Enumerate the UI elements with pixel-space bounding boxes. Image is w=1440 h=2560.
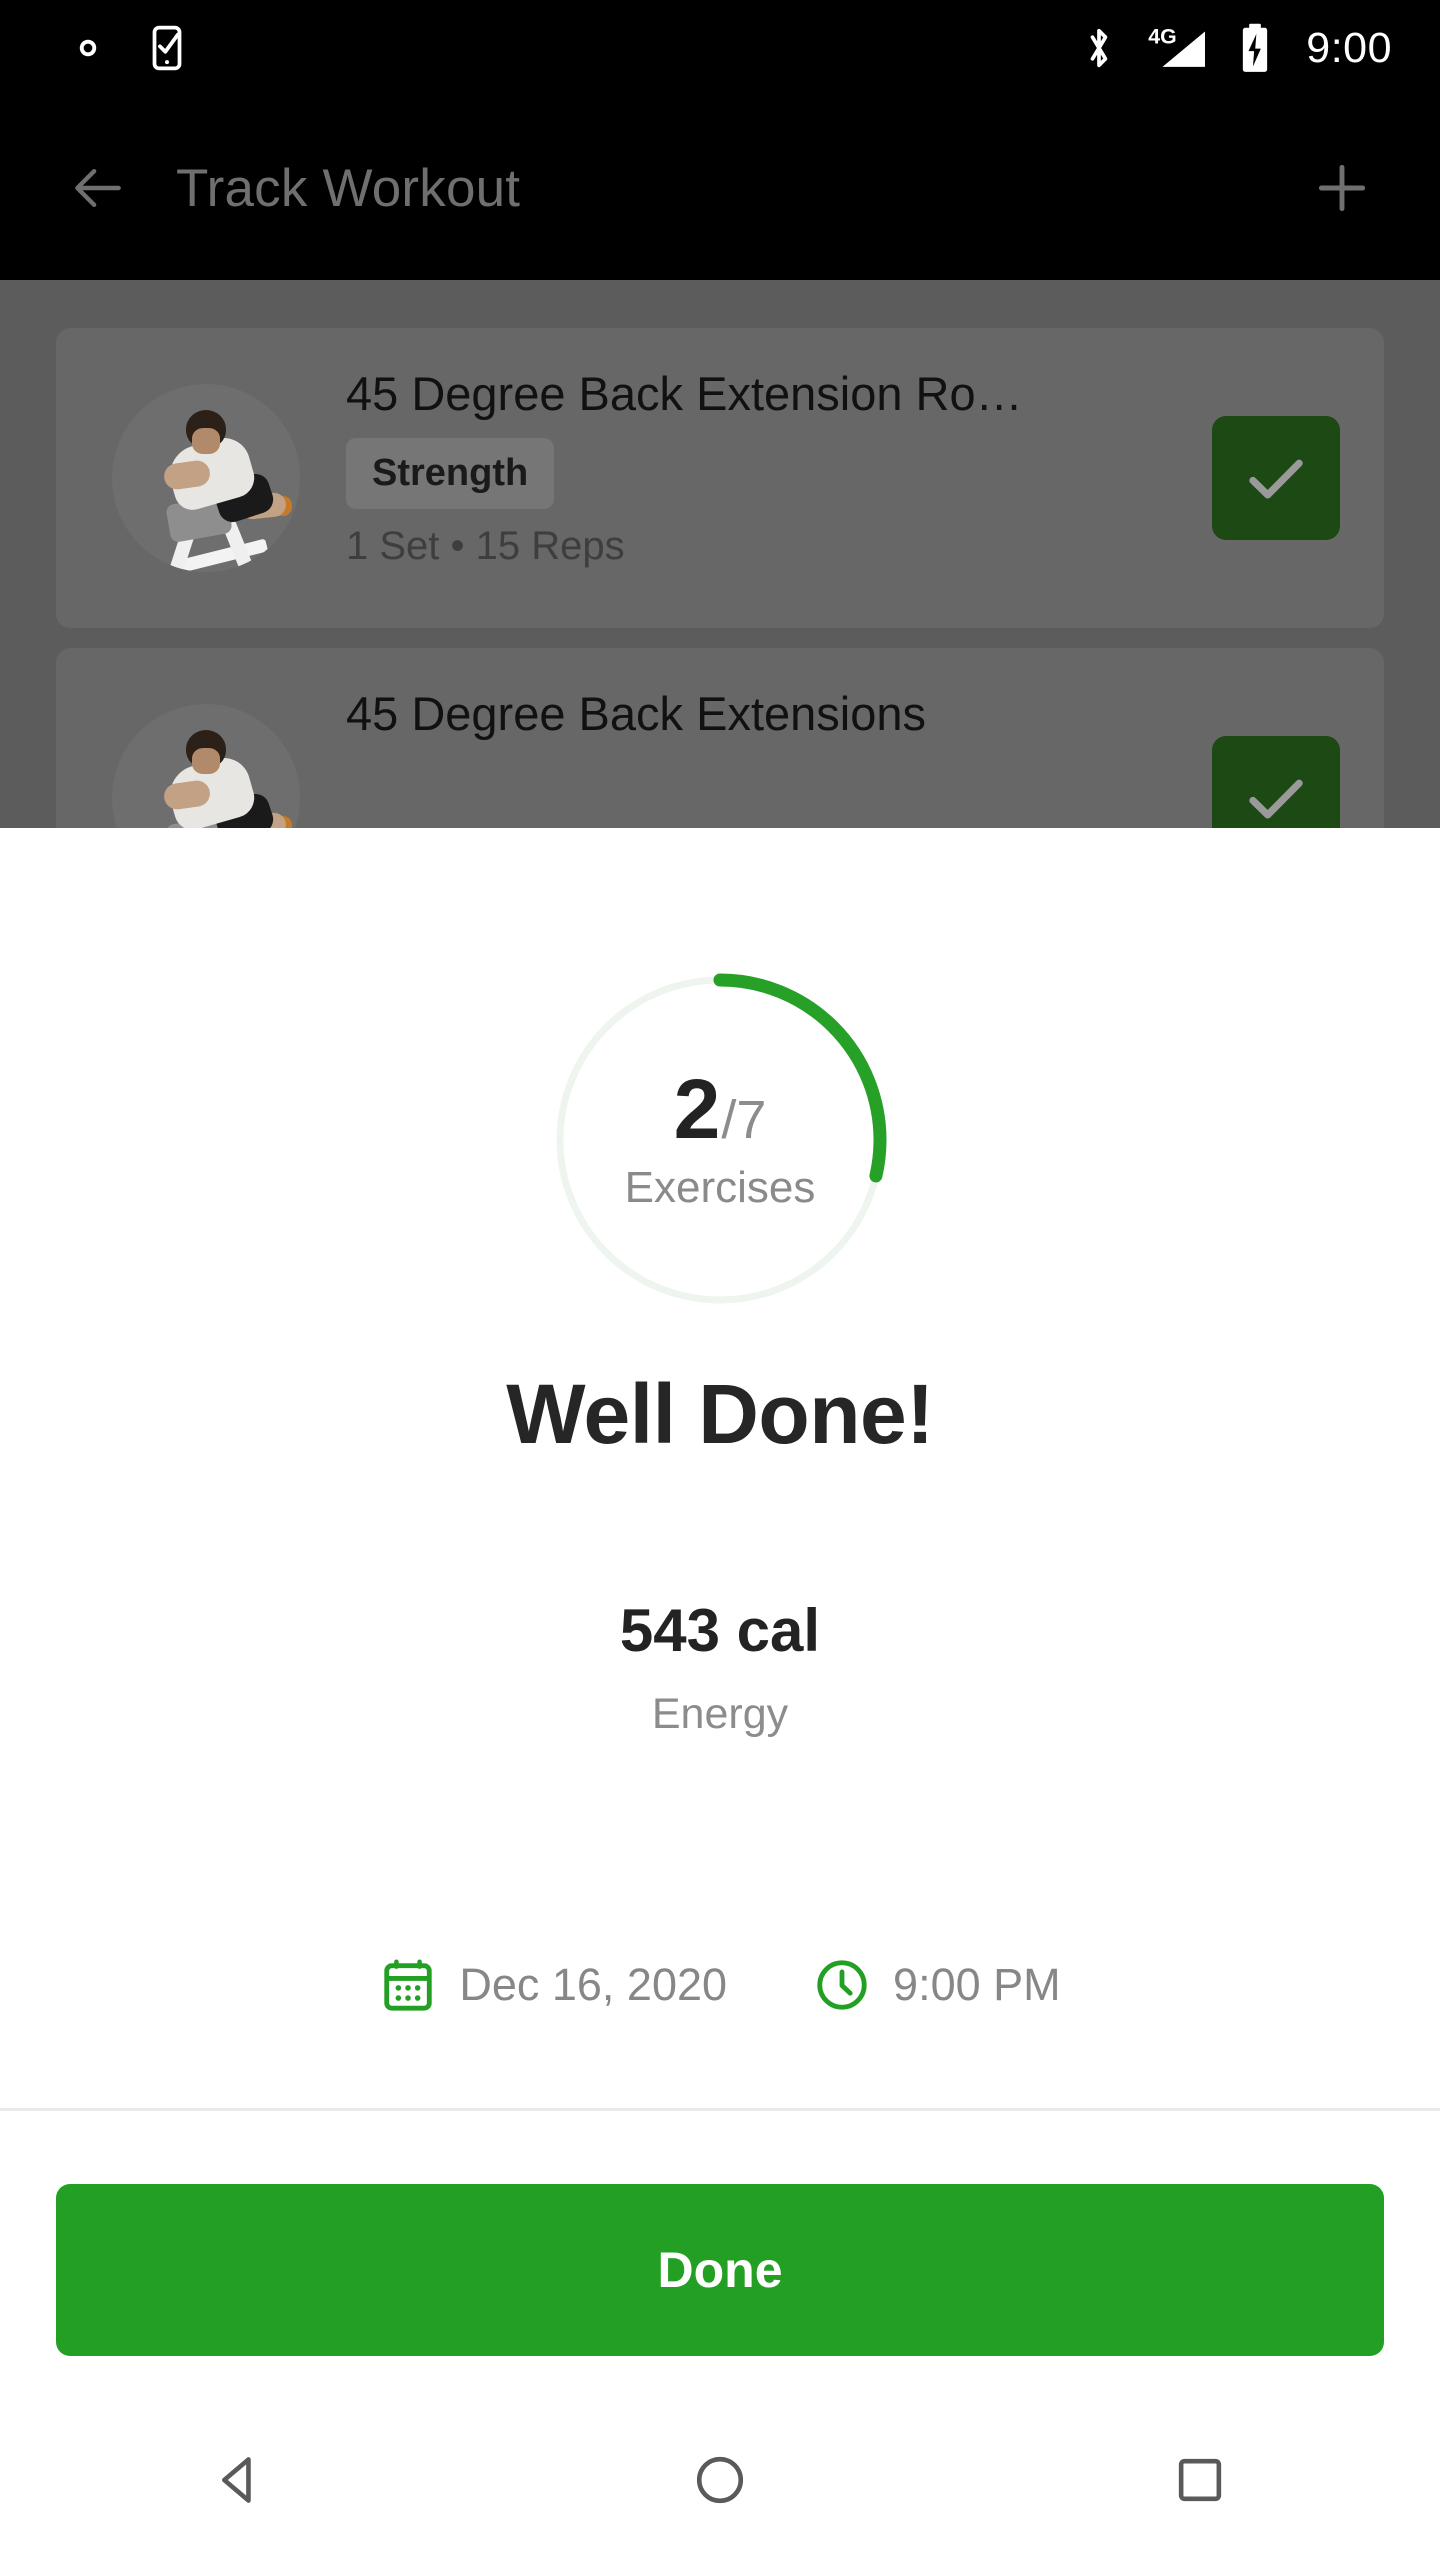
exercise-progress-ring: 2 /7 Exercises xyxy=(548,968,892,1312)
status-bar-system-icons: 4G 9:00 xyxy=(1078,21,1392,75)
check-icon xyxy=(1249,459,1303,499)
clock-icon xyxy=(817,1960,867,2010)
exercises-total-count: /7 xyxy=(721,1090,767,1150)
energy-value: 543 cal xyxy=(619,1597,821,1664)
workout-summary-sheet: 2 /7 Exercises Well Done! 543 cal Energy xyxy=(0,828,1440,2400)
nav-home-button[interactable] xyxy=(640,2400,800,2560)
bluetooth-icon xyxy=(1090,28,1108,68)
exercise-name: 45 Degree Back Extension Ro… xyxy=(346,367,1023,420)
progress-ring-center: 2 /7 Exercises xyxy=(548,968,892,1312)
svg-text:4G: 4G xyxy=(1149,24,1177,48)
triangle-back-icon xyxy=(221,2457,251,2503)
exercise-complete-button[interactable] xyxy=(1212,736,1340,840)
arrow-left-icon xyxy=(75,169,121,207)
exercise-complete-button[interactable] xyxy=(1212,416,1340,540)
workout-time: 9:00 PM xyxy=(893,1959,1061,2010)
exercise-name: 45 Degree Back Extensions xyxy=(346,687,926,740)
exercises-completed-count: 2 xyxy=(673,1062,721,1156)
calendar-icon xyxy=(384,1959,433,2011)
done-button[interactable]: Done xyxy=(56,2184,1384,2356)
check-icon xyxy=(1249,779,1303,819)
exercise-type-tag: Strength xyxy=(346,438,555,509)
square-recents-icon xyxy=(1178,2458,1222,2502)
back-button[interactable] xyxy=(56,146,140,230)
exercise-card[interactable]: 45 Degree Back Extension Ro… Strength 1 … xyxy=(56,328,1384,628)
progress-ring-label: Exercises xyxy=(624,1163,816,1212)
page-title: Track Workout xyxy=(176,158,521,218)
battery-charging-icon xyxy=(1243,23,1268,72)
nav-recents-button[interactable] xyxy=(1120,2400,1280,2560)
nav-back-button[interactable] xyxy=(160,2400,320,2560)
exercise-thumbnail xyxy=(112,704,300,840)
workout-time-item: 9:00 PM xyxy=(813,1956,1061,2014)
plus-icon xyxy=(1318,164,1366,212)
status-bar-clock: 9:00 xyxy=(1306,23,1392,72)
exercise-thumbnail xyxy=(112,384,300,572)
signal-4g-icon: 4G xyxy=(1149,24,1206,67)
workout-date-item: Dec 16, 2020 xyxy=(379,1956,727,2014)
status-bar-notifications xyxy=(62,22,192,74)
sheet-divider xyxy=(0,2108,1440,2111)
exercise-sets-reps: 1 Set • 15 Reps xyxy=(346,524,625,568)
congratulations-heading: Well Done! xyxy=(506,1367,934,1461)
app-bar: Track Workout xyxy=(0,96,1440,280)
energy-label: Energy xyxy=(651,1690,789,1738)
exercise-card[interactable]: 45 Degree Back Extensions xyxy=(56,648,1384,840)
status-bar: 4G 9:00 xyxy=(0,0,1440,96)
phone-check-icon xyxy=(152,25,182,71)
add-exercise-button[interactable] xyxy=(1300,146,1384,230)
workout-meta-row: Dec 16, 2020 9:00 PM xyxy=(0,1956,1440,2014)
workout-date: Dec 16, 2020 xyxy=(459,1959,728,2010)
workout-list-behind-scrim: 45 Degree Back Extension Ro… Strength 1 … xyxy=(0,280,1440,840)
gear-icon xyxy=(79,39,97,57)
phone-screen: 45 Degree Back Extension Ro… Strength 1 … xyxy=(0,0,1440,2560)
android-nav-bar xyxy=(0,2400,1440,2560)
circle-home-icon xyxy=(696,2456,744,2504)
